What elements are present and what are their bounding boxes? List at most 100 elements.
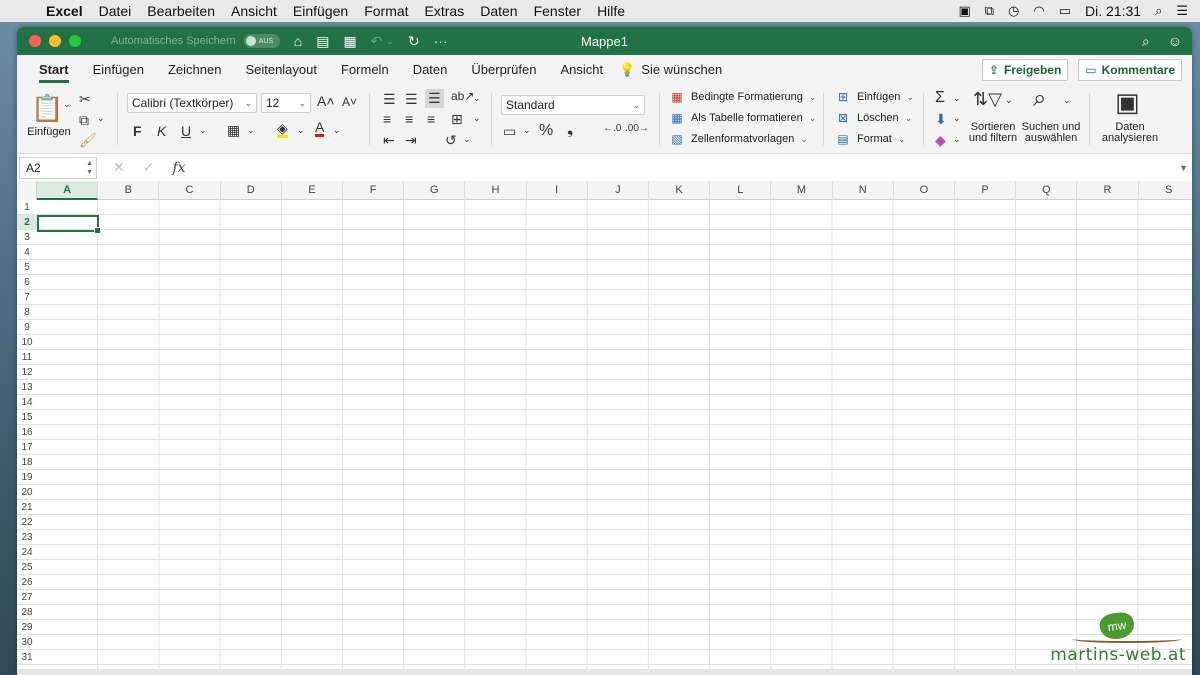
name-box[interactable]: A2 ▲ ▼ (19, 156, 97, 179)
name-box-stepper-icon[interactable]: ▲ ▼ (86, 159, 93, 177)
cancel-entry-icon[interactable]: ✕ (113, 159, 125, 176)
decrease-decimal-icon[interactable]: .00→ (625, 123, 649, 134)
column-header[interactable]: E (282, 181, 343, 200)
thousands-separator-icon[interactable]: ❟ (567, 121, 573, 139)
bold-button[interactable]: F (133, 123, 142, 139)
align-left-icon[interactable]: ≡ (383, 111, 391, 127)
paste-label[interactable]: Einfügen (27, 127, 71, 138)
menu-hilfe[interactable]: Hilfe (589, 3, 633, 19)
row-header[interactable]: 7 (17, 290, 37, 305)
copy-dropdown-icon[interactable]: ⌄ (97, 113, 105, 124)
column-header[interactable]: G (404, 181, 466, 200)
number-format-select[interactable]: Standard ⌄ (501, 95, 645, 115)
undo-icon[interactable]: ↶ (371, 33, 383, 50)
battery-icon[interactable]: ▭ (1059, 3, 1071, 19)
control-center-icon[interactable]: ☰ (1176, 3, 1188, 19)
wrap-text-icon[interactable]: ↺ (445, 132, 457, 149)
merge-cells-icon[interactable]: ⊞ (451, 111, 463, 128)
insert-cells-button[interactable]: ⊞ Einfügen ⌄ (835, 90, 914, 104)
copy-icon[interactable]: ⧉ (79, 112, 89, 129)
formula-input[interactable] (196, 158, 1192, 178)
row-header[interactable]: 5 (17, 260, 37, 275)
row-header[interactable]: 19 (17, 470, 37, 485)
row-header[interactable]: 8 (17, 305, 37, 320)
align-right-icon[interactable]: ≡ (427, 111, 435, 127)
formula-bar-expand-icon[interactable]: ▼ (1179, 163, 1188, 173)
sort-filter-label-2[interactable]: und filtern (963, 133, 1023, 144)
column-header[interactable]: I (527, 181, 588, 200)
borders-dropdown-icon[interactable]: ⌄ (247, 125, 255, 136)
time-machine-icon[interactable]: ◷ (1008, 3, 1019, 19)
row-header[interactable]: 22 (17, 515, 37, 530)
underline-dropdown-icon[interactable]: ⌄ (199, 125, 207, 136)
text-orientation-icon[interactable]: ab↗ (451, 89, 474, 103)
share-button[interactable]: ⇪ Freigeben (981, 59, 1069, 81)
confirm-entry-icon[interactable]: ✓ (143, 159, 155, 176)
wrap-dropdown-icon[interactable]: ⌄ (463, 134, 471, 145)
row-header[interactable]: 31 (17, 650, 37, 665)
italic-button[interactable]: K (157, 123, 166, 139)
column-header[interactable]: C (159, 181, 221, 200)
increase-font-icon[interactable]: A˄ (317, 93, 335, 109)
menu-excel[interactable]: Excel (38, 3, 91, 19)
row-header[interactable]: 24 (17, 545, 37, 560)
column-header[interactable]: Q (1016, 181, 1078, 200)
tab-zeichnen[interactable]: Zeichnen (156, 55, 233, 85)
delete-cells-button[interactable]: ⊠ Löschen ⌄ (835, 111, 912, 125)
row-header[interactable]: 4 (17, 245, 37, 260)
screen-mirror-icon[interactable]: ⧉ (985, 3, 994, 19)
format-painter-icon[interactable]: 🖌 (79, 132, 97, 149)
row-header[interactable]: 28 (17, 605, 37, 620)
column-header[interactable]: S (1139, 181, 1192, 200)
row-header[interactable]: 17 (17, 440, 37, 455)
merge-dropdown-icon[interactable]: ⌄ (473, 113, 481, 124)
save-as-icon[interactable]: ▦ (343, 33, 356, 50)
menu-datei[interactable]: Datei (91, 3, 140, 19)
column-header[interactable]: P (955, 181, 1017, 200)
row-header[interactable]: 30 (17, 635, 37, 650)
sort-filter-dropdown-icon[interactable]: ⌄ (1005, 95, 1013, 106)
borders-icon[interactable]: ▦ (227, 122, 240, 139)
select-all-corner[interactable] (17, 181, 37, 200)
tab-start[interactable]: Start (27, 55, 81, 85)
cell-styles-button[interactable]: ▧ Zellenformatvorlagen ⌄ (669, 132, 808, 146)
align-bottom-icon[interactable]: ☰ (425, 89, 444, 108)
column-header[interactable]: L (710, 181, 772, 200)
tab-einfuegen[interactable]: Einfügen (81, 55, 156, 85)
menu-daten[interactable]: Daten (472, 3, 525, 19)
font-color-dropdown-icon[interactable]: ⌄ (333, 125, 341, 136)
row-header[interactable]: 18 (17, 455, 37, 470)
row-header[interactable]: 21 (17, 500, 37, 515)
close-window-button[interactable] (29, 35, 41, 47)
increase-decimal-icon[interactable]: ←.0 (603, 123, 621, 134)
row-header[interactable]: 20 (17, 485, 37, 500)
wifi-icon[interactable]: ◠ (1033, 3, 1044, 19)
format-cells-button[interactable]: ▤ Format ⌄ (835, 132, 905, 146)
row-header[interactable]: 15 (17, 410, 37, 425)
menu-fenster[interactable]: Fenster (526, 3, 589, 19)
insert-function-button[interactable]: fx (172, 160, 185, 176)
decrease-font-icon[interactable]: A˅ (342, 95, 357, 109)
row-header[interactable]: 6 (17, 275, 37, 290)
text-orientation-dropdown-icon[interactable]: ⌄ (473, 93, 481, 104)
analyze-data-label-2[interactable]: analysieren (1097, 133, 1163, 144)
redo-icon[interactable]: ↻ (408, 33, 420, 50)
row-header[interactable]: 12 (17, 365, 37, 380)
column-header[interactable]: M (771, 181, 833, 200)
column-header[interactable]: A (37, 181, 99, 200)
column-header[interactable]: F (343, 181, 405, 200)
row-header[interactable]: 3 (17, 230, 37, 245)
tab-seitenlayout[interactable]: Seitenlayout (233, 55, 329, 85)
column-header[interactable]: J (588, 181, 649, 200)
sort-filter-icon[interactable]: ⇅▽ (973, 89, 1002, 110)
decrease-indent-icon[interactable]: ⇤ (383, 132, 395, 149)
row-header[interactable]: 13 (17, 380, 37, 395)
paste-dropdown-icon[interactable]: ⌄ (63, 99, 71, 110)
font-name-select[interactable]: Calibri (Textkörper) ⌄ (127, 93, 257, 113)
row-header[interactable]: 10 (17, 335, 37, 350)
column-header[interactable]: H (465, 181, 527, 200)
tab-ansicht[interactable]: Ansicht (548, 55, 615, 85)
active-cell[interactable] (37, 215, 101, 234)
search-icon[interactable]: ⌕ (1142, 33, 1150, 50)
percent-icon[interactable]: % (539, 122, 553, 140)
